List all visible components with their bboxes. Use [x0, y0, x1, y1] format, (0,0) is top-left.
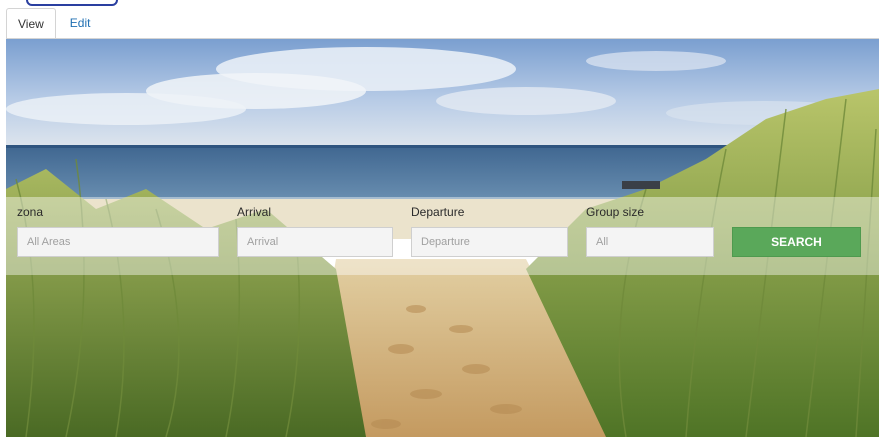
top-pill-button[interactable] — [26, 0, 118, 6]
departure-input[interactable] — [411, 227, 568, 257]
tab-view[interactable]: View — [6, 8, 56, 39]
group-size-select[interactable] — [586, 227, 714, 257]
search-button[interactable]: SEARCH — [732, 227, 861, 257]
group-size-label: Group size — [586, 205, 645, 219]
tab-list: View Edit — [6, 8, 104, 39]
departure-label: Departure — [411, 205, 465, 219]
arrival-label: Arrival — [237, 205, 272, 219]
zone-select[interactable] — [17, 227, 219, 257]
zone-label: zona — [17, 205, 44, 219]
top-bar: View Edit — [0, 0, 879, 39]
arrival-input[interactable] — [237, 227, 393, 257]
tab-edit[interactable]: Edit — [56, 8, 105, 39]
